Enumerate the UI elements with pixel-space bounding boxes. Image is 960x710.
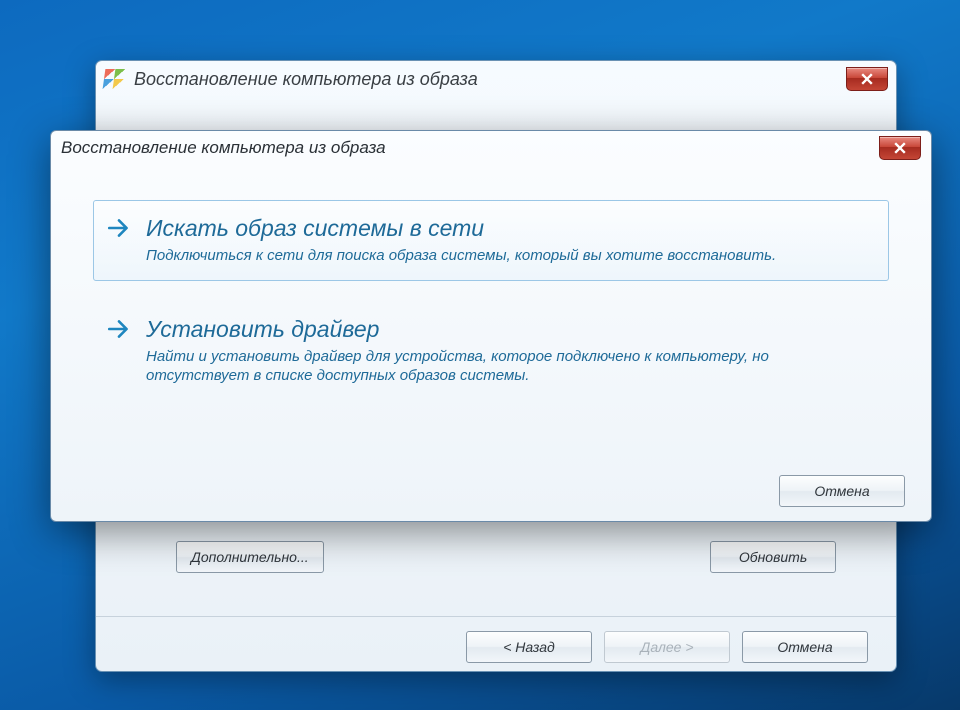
dialog-content: Искать образ системы в сети Подключиться…: [51, 166, 931, 431]
cmd-search-network-image[interactable]: Искать образ системы в сети Подключиться…: [93, 200, 889, 281]
back-window-title: Восстановление компьютера из образа: [134, 69, 478, 90]
dialog-footer: Отмена: [51, 475, 931, 507]
advanced-button[interactable]: Дополнительно...: [176, 541, 324, 573]
advanced-options-dialog: Восстановление компьютера из образа Иска…: [50, 130, 932, 522]
dialog-titlebar: Восстановление компьютера из образа: [51, 131, 931, 166]
cmd-description: Найти и установить драйвер для устройств…: [146, 347, 870, 386]
close-icon: [894, 142, 906, 154]
close-icon: [861, 73, 873, 85]
cancel-button[interactable]: Отмена: [742, 631, 868, 663]
dialog-cancel-button[interactable]: Отмена: [779, 475, 905, 507]
refresh-button[interactable]: Обновить: [710, 541, 836, 573]
cmd-install-driver[interactable]: Установить драйвер Найти и установить др…: [93, 301, 889, 401]
back-window-titlebar: Восстановление компьютера из образа: [96, 61, 896, 97]
dialog-title: Восстановление компьютера из образа: [61, 138, 386, 158]
back-button[interactable]: < Назад: [466, 631, 592, 663]
cmd-heading: Искать образ системы в сети: [146, 215, 870, 242]
arrow-right-icon: [106, 215, 132, 246]
next-button: Далее >: [604, 631, 730, 663]
arrow-right-icon: [106, 316, 132, 347]
dialog-close-button[interactable]: [879, 136, 921, 160]
cmd-heading: Установить драйвер: [146, 316, 870, 343]
back-window-mid-buttons: Дополнительно... Обновить: [96, 541, 896, 581]
separator: [96, 616, 896, 617]
cmd-description: Подключиться к сети для поиска образа си…: [146, 246, 870, 266]
wizard-nav-buttons: < Назад Далее > Отмена: [96, 627, 896, 667]
back-window-close-button[interactable]: [846, 67, 888, 91]
windows-logo-icon: [103, 69, 126, 89]
